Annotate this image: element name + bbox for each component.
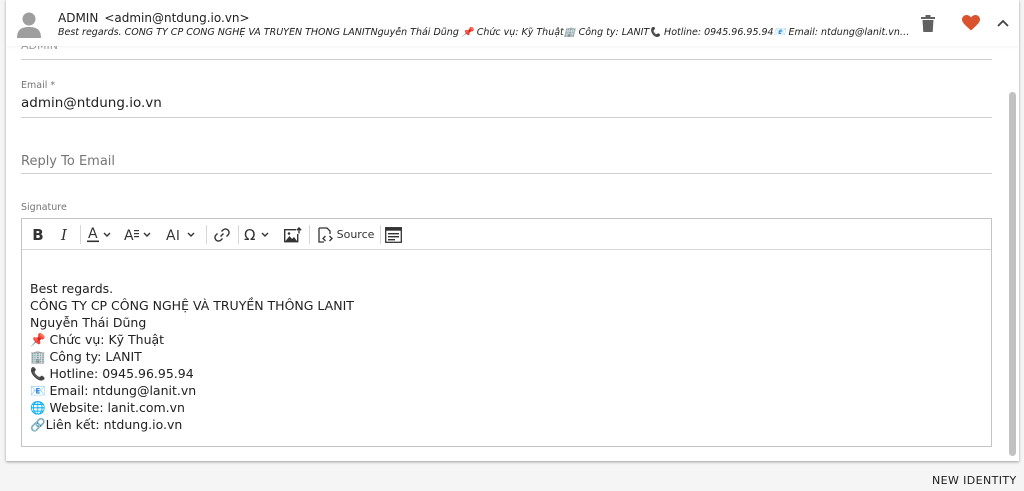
insert-link-button[interactable] xyxy=(210,223,234,246)
identity-title: ADMIN <admin@ntdung.io.vn> xyxy=(58,11,250,25)
source-button-label: Source xyxy=(336,228,375,241)
signature-line: 📞 Hotline: 0945.96.95.94 xyxy=(30,366,194,381)
signature-line: 📌 Chức vụ: Kỹ Thuật xyxy=(30,332,165,347)
bold-button[interactable]: B xyxy=(28,223,48,246)
avatar xyxy=(14,9,44,39)
identity-email: <admin@ntdung.io.vn> xyxy=(104,11,250,25)
image-upload-icon xyxy=(284,226,302,242)
signature-line: Nguyễn Thái Dũng xyxy=(30,315,147,330)
toolbar-divider xyxy=(80,225,81,244)
reply-to-email-placeholder: Reply To Email xyxy=(21,154,116,169)
svg-text:A: A xyxy=(124,228,134,244)
html-embed-icon xyxy=(384,226,402,243)
svg-text:Ω: Ω xyxy=(244,226,255,244)
identity-header[interactable]: ADMIN <admin@ntdung.io.vn> Best regards. … xyxy=(6,0,1019,46)
favorite-button[interactable] xyxy=(961,13,981,33)
email-field-label: Email * xyxy=(21,80,56,91)
font-color-icon: A xyxy=(87,226,111,242)
signature-content[interactable]: Best regards. CÔNG TY CP CÔNG NGHỆ VÀ TR… xyxy=(30,280,354,433)
trash-icon xyxy=(921,14,935,32)
text-format-button[interactable]: A xyxy=(123,223,159,246)
toolbar-divider xyxy=(380,225,381,244)
signature-line: 🔗Liên kết: ntdung.io.vn xyxy=(30,417,183,432)
signature-line: 📧 Email: ntdung@lanit.vn xyxy=(30,383,197,398)
toolbar-divider xyxy=(309,225,310,244)
html-embed-button[interactable] xyxy=(382,223,404,246)
signature-label: Signature xyxy=(21,202,67,213)
italic-button[interactable]: I xyxy=(54,223,74,246)
person-icon xyxy=(17,12,41,38)
font-size-icon: A I xyxy=(166,228,195,244)
svg-text:A: A xyxy=(166,228,176,244)
font-size-button[interactable]: A I xyxy=(165,223,203,246)
email-field-value: admin@ntdung.io.vn xyxy=(21,95,162,111)
toolbar-divider xyxy=(238,225,239,244)
vertical-scrollbar[interactable] xyxy=(1009,92,1016,456)
signature-line: 🌐 Website: lanit.com.vn xyxy=(30,400,185,415)
special-characters-button[interactable]: Ω xyxy=(243,223,277,246)
reply-to-email-field[interactable]: Reply To Email xyxy=(21,151,992,174)
text-format-icon: A xyxy=(124,228,151,244)
font-color-button[interactable]: A xyxy=(86,223,120,246)
heart-icon xyxy=(962,15,980,31)
signature-line: CÔNG TY CP CÔNG NGHỆ VÀ TRUYỀN THÔNG LAN… xyxy=(30,298,354,313)
editor-toolbar: B I A A A I Ω Source xyxy=(22,219,991,250)
delete-button[interactable] xyxy=(918,13,938,33)
link-icon xyxy=(214,227,230,242)
signature-line: 🏢 Công ty: LANIT xyxy=(30,349,142,364)
toolbar-divider xyxy=(206,225,207,244)
signature-line: Best regards. xyxy=(30,281,114,296)
chevron-up-icon xyxy=(997,19,1009,27)
svg-text:A: A xyxy=(88,226,98,242)
collapse-button[interactable] xyxy=(993,13,1013,33)
email-field[interactable]: Email * admin@ntdung.io.vn xyxy=(21,80,992,118)
identity-form[interactable]: ADMIN Email * admin@ntdung.io.vn Reply T… xyxy=(6,40,1006,461)
omega-icon: Ω xyxy=(244,226,269,244)
source-button[interactable]: Source xyxy=(314,223,376,246)
svg-text:I: I xyxy=(176,229,180,244)
source-code-icon xyxy=(317,226,333,243)
identity-card: ADMIN <admin@ntdung.io.vn> Best regards. … xyxy=(6,0,1019,461)
signature-editor[interactable]: B I A A A I Ω Source Best regards. CÔNG … xyxy=(21,218,992,447)
signature-preview: Best regards. CÔNG TY CP CÔNG NGHỆ VÀ TR… xyxy=(58,27,910,38)
insert-image-button[interactable] xyxy=(282,223,304,246)
identity-name: ADMIN xyxy=(58,11,99,25)
new-identity-button[interactable]: NEW IDENTITY xyxy=(932,474,1017,487)
